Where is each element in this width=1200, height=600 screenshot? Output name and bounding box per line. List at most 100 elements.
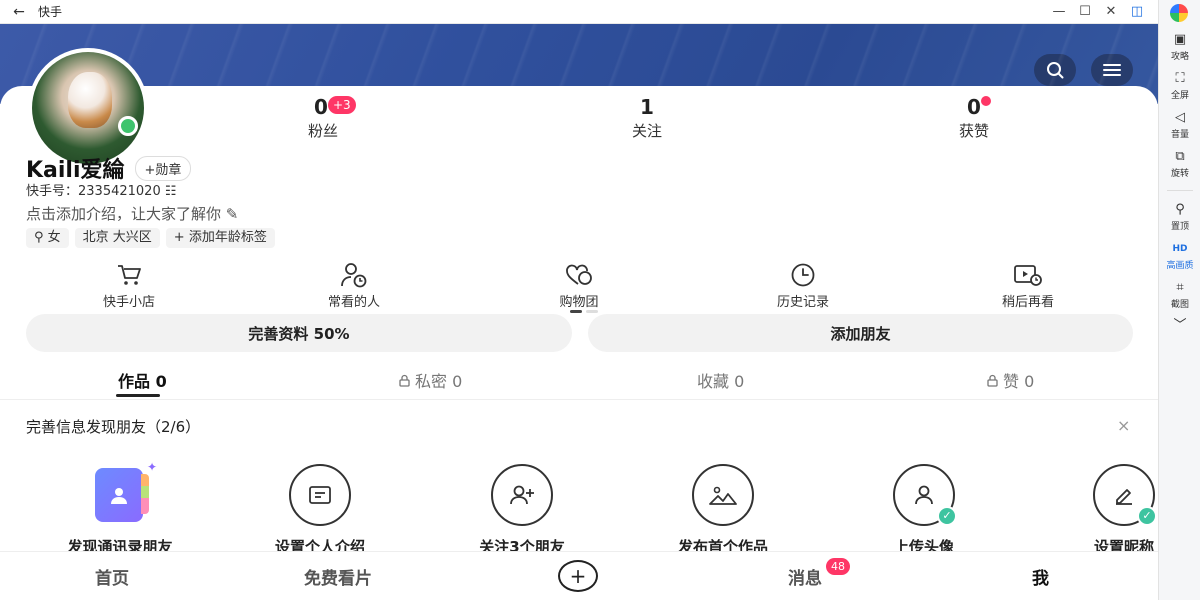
emulator-side-panel: ▣ 攻略 ⛶ 全屏 ◁ 音量 ⧉ 旋转 ⚲ 置顶 HD 高画质 ⌗ 截图 ﹀ bbox=[1158, 0, 1200, 600]
tag-gender[interactable]: ⚲ 女 bbox=[26, 228, 69, 248]
suggestion-follow[interactable]: 关注3个朋友 bbox=[432, 464, 612, 557]
tab-liked[interactable]: 赞 0 bbox=[986, 368, 1034, 392]
lock-icon bbox=[399, 374, 410, 387]
suggestion-avatar[interactable]: ✓ 上传头像 bbox=[834, 464, 1014, 557]
side-hd-label: 高画质 bbox=[1166, 261, 1194, 271]
emulator-logo-icon bbox=[1170, 4, 1188, 22]
app-window: ← 快手 — ☐ ✕ ◫ 0 +3 粉丝 1 关注 0 获赞 Kaili爱綸 +… bbox=[0, 0, 1158, 600]
volume-icon: ◁ bbox=[1175, 110, 1185, 125]
likes-new-dot bbox=[981, 96, 991, 106]
shortcut-watch-later[interactable]: 稍后再看 bbox=[973, 262, 1083, 310]
suggestion-intro[interactable]: 设置个人介绍 bbox=[230, 464, 410, 557]
maximize-button[interactable]: ☐ bbox=[1072, 0, 1098, 24]
intro-card-icon bbox=[309, 486, 331, 504]
tab-works-label: 作品 0 bbox=[118, 372, 167, 391]
suggestions-title: 完善信息发现朋友（2/6） bbox=[26, 418, 201, 436]
suggestion-nickname[interactable]: ✓ 设置昵称 bbox=[1034, 464, 1158, 557]
shortcut-watch-later-label: 稍后再看 bbox=[1001, 295, 1054, 310]
following-label: 关注 bbox=[631, 122, 662, 140]
side-hd-button[interactable]: HD 高画质 bbox=[1159, 241, 1200, 271]
stat-following[interactable]: 1 关注 bbox=[624, 96, 670, 141]
side-volume-button[interactable]: ◁ 音量 bbox=[1159, 110, 1200, 140]
messages-badge: 48 bbox=[826, 558, 850, 575]
edit-icon bbox=[1116, 489, 1132, 505]
likes-label: 获赞 bbox=[958, 122, 989, 140]
tab-private-label: 私密 0 bbox=[415, 372, 463, 391]
nav-free-movies[interactable]: 免费看片 bbox=[304, 564, 372, 589]
chevron-down-icon: ﹀ bbox=[1173, 318, 1187, 333]
content-tabs: 作品 0 私密 0 收藏 0 赞 0 bbox=[0, 362, 1158, 400]
person-clock-icon bbox=[341, 263, 367, 288]
complete-profile-button[interactable]: 完善资料 50% bbox=[26, 314, 572, 352]
tab-liked-label: 赞 0 bbox=[1003, 372, 1035, 391]
shortcut-group-buy-label: 购物团 bbox=[559, 295, 599, 310]
side-volume-label: 音量 bbox=[1170, 130, 1189, 140]
search-button[interactable] bbox=[1034, 54, 1076, 86]
side-screenshot-label: 截图 bbox=[1170, 300, 1189, 310]
menu-button[interactable] bbox=[1091, 54, 1133, 86]
side-pin-label: 置顶 bbox=[1170, 222, 1189, 232]
side-rotate-label: 旋转 bbox=[1170, 169, 1189, 179]
side-guide-label: 攻略 bbox=[1170, 52, 1189, 62]
cart-icon bbox=[118, 265, 141, 285]
nav-messages[interactable]: 消息 bbox=[788, 564, 822, 589]
create-post-button[interactable]: + bbox=[558, 560, 598, 592]
guide-icon: ▣ bbox=[1173, 32, 1187, 47]
suggestions-close-icon[interactable]: × bbox=[1117, 416, 1130, 435]
suggestion-contacts[interactable]: ✦ 发现通讯录朋友 bbox=[30, 460, 210, 557]
side-rotate-button[interactable]: ⧉ 旋转 bbox=[1159, 149, 1200, 179]
bottom-nav: 首页 免费看片 + 消息 48 我 bbox=[0, 551, 1158, 600]
done-check-icon: ✓ bbox=[937, 506, 957, 526]
shortcut-history[interactable]: 历史记录 bbox=[748, 262, 858, 310]
side-more-button[interactable]: ﹀ bbox=[1159, 318, 1200, 334]
stat-likes[interactable]: 0 获赞 bbox=[951, 96, 997, 141]
search-icon bbox=[1047, 62, 1064, 79]
shortcut-frequent-label: 常看的人 bbox=[327, 295, 380, 310]
side-fullscreen-button[interactable]: ⛶ 全屏 bbox=[1159, 71, 1200, 101]
suggestion-first-post[interactable]: 发布首个作品 bbox=[633, 464, 813, 557]
contacts-book-icon: ✦ bbox=[91, 460, 157, 522]
add-intro-link[interactable]: 点击添加介绍，让大家了解你 ✎ bbox=[26, 203, 238, 224]
shortcut-shop-label: 快手小店 bbox=[102, 295, 155, 310]
done-check-icon: ✓ bbox=[1137, 506, 1157, 526]
crop-icon: ⌗ bbox=[1176, 280, 1184, 295]
close-button[interactable]: ✕ bbox=[1098, 0, 1124, 24]
shortcut-group-buy[interactable]: 购物团 bbox=[524, 262, 634, 310]
rotate-icon: ⧉ bbox=[1175, 149, 1185, 164]
side-pin-button[interactable]: ⚲ 置顶 bbox=[1159, 202, 1200, 232]
side-screenshot-button[interactable]: ⌗ 截图 bbox=[1159, 280, 1200, 310]
side-separator bbox=[1167, 190, 1193, 191]
video-clock-icon bbox=[1014, 265, 1042, 286]
shortcut-history-label: 历史记录 bbox=[776, 295, 829, 310]
side-guide-button[interactable]: ▣ 攻略 bbox=[1159, 32, 1200, 62]
stat-followers[interactable]: 0 +3 粉丝 bbox=[300, 96, 356, 141]
shortcut-shop[interactable]: 快手小店 bbox=[74, 262, 184, 310]
tab-favorites-label: 收藏 0 bbox=[697, 372, 745, 391]
tab-private[interactable]: 私密 0 bbox=[398, 368, 462, 392]
avatar[interactable] bbox=[28, 48, 150, 168]
shortcut-page-indicator bbox=[586, 310, 598, 313]
image-icon bbox=[709, 486, 737, 505]
back-icon[interactable]: ← bbox=[0, 4, 38, 20]
nav-me[interactable]: 我 bbox=[1032, 564, 1049, 589]
cat-photo bbox=[68, 72, 112, 128]
minimize-button[interactable]: — bbox=[1046, 0, 1072, 24]
hamburger-icon bbox=[1103, 64, 1121, 76]
clock-icon bbox=[791, 263, 815, 287]
online-status-dot bbox=[118, 116, 138, 136]
kuaishou-id[interactable]: 快手号：2335421020 ☷ bbox=[26, 180, 177, 199]
sidebar-toggle-button[interactable]: ◫ bbox=[1124, 0, 1150, 24]
tab-works[interactable]: 作品 0 bbox=[118, 368, 167, 392]
nav-home[interactable]: 首页 bbox=[95, 564, 129, 589]
tag-location[interactable]: 北京 大兴区 bbox=[74, 228, 160, 248]
shortcut-frequent[interactable]: 常看的人 bbox=[299, 262, 409, 310]
tab-favorites[interactable]: 收藏 0 bbox=[697, 368, 744, 392]
add-medal-button[interactable]: +勋章 bbox=[134, 155, 192, 181]
title-bar: ← 快手 — ☐ ✕ ◫ bbox=[0, 0, 1158, 24]
lock-icon bbox=[987, 374, 998, 387]
followers-new-badge: +3 bbox=[328, 96, 356, 114]
tag-add-age[interactable]: + 添加年龄标签 bbox=[165, 228, 275, 248]
add-friend-button[interactable]: 添加朋友 bbox=[588, 314, 1133, 352]
hd-icon: HD bbox=[1172, 244, 1188, 254]
add-person-icon bbox=[510, 485, 534, 505]
